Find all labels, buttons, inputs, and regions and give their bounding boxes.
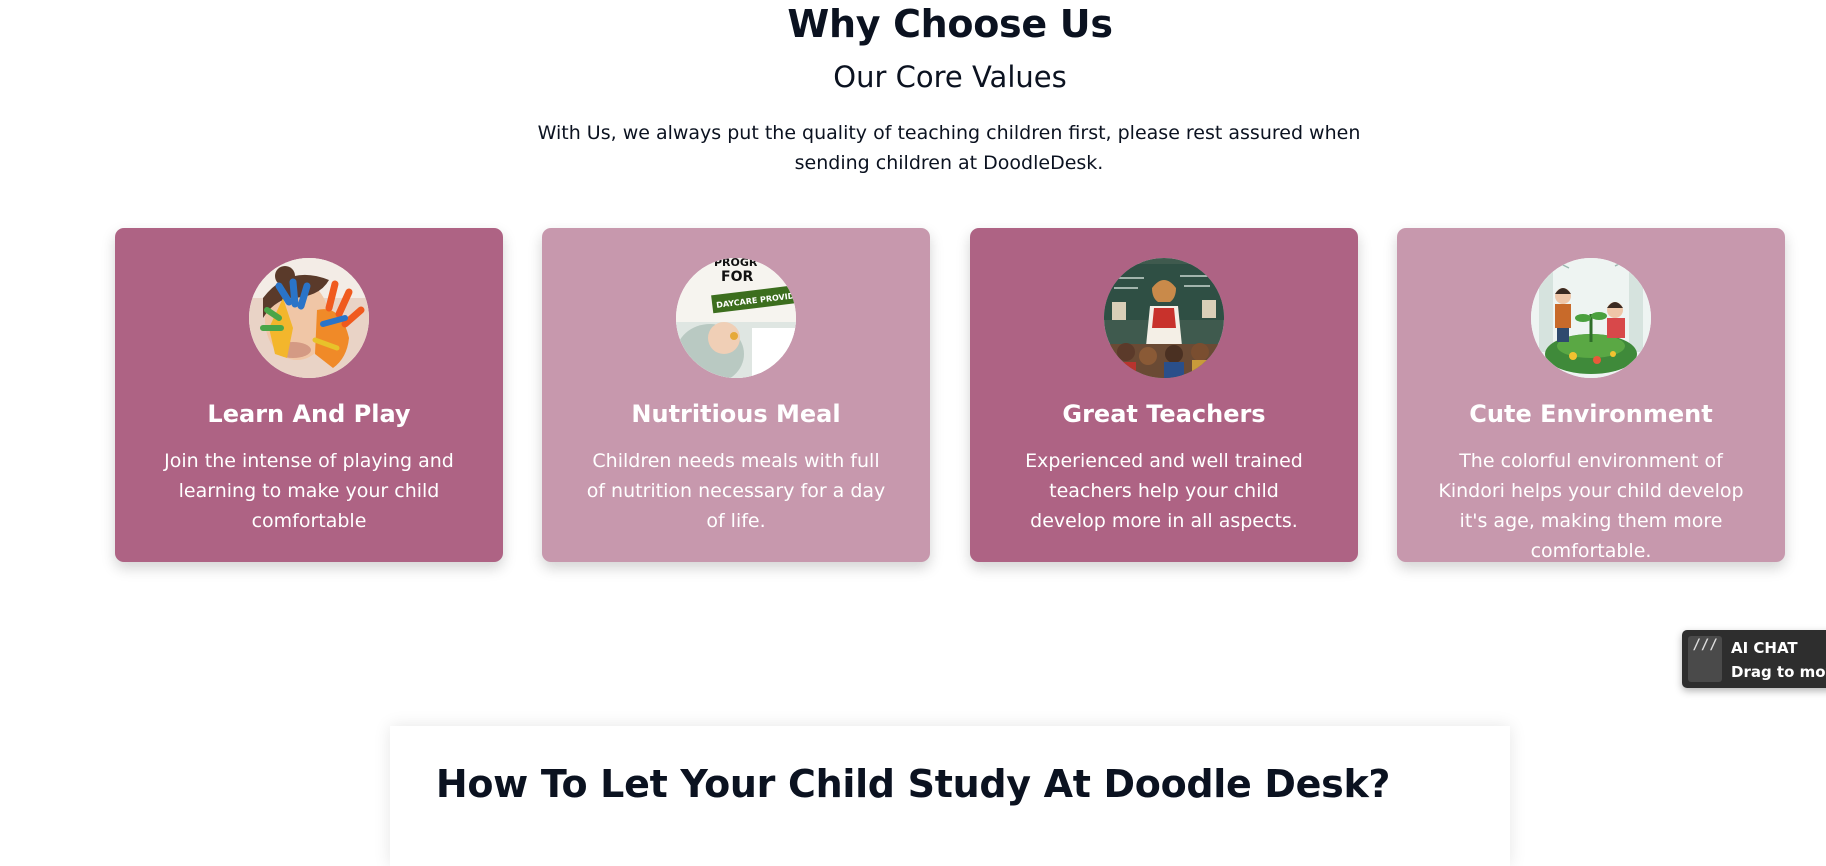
card-description: Experienced and well trained teachers he… — [1025, 450, 1303, 532]
card-description: The colorful environment of Kindori help… — [1438, 450, 1744, 562]
value-card-nutritious-meal: FOR PROGR DAYCARE PROVIDERS Nutritious M… — [542, 228, 930, 562]
ai-chat-widget[interactable]: /// AI CHAT Drag to move — [1682, 630, 1826, 688]
card-title: Learn And Play — [207, 400, 411, 428]
card-title: Nutritious Meal — [631, 400, 841, 428]
value-card-cute-environment: Cute Environment The colorful environmen… — [1397, 228, 1785, 562]
card-description: Join the intense of playing and learning… — [164, 450, 454, 532]
section-description: With Us, we always put the quality of te… — [537, 122, 1361, 174]
nutritious-meal-image: FOR PROGR DAYCARE PROVIDERS — [676, 258, 796, 378]
cute-environment-image — [1531, 258, 1651, 378]
section-subtitle: Our Core Values — [833, 60, 1067, 94]
svg-text:PROGR: PROGR — [714, 258, 758, 269]
card-description: Children needs meals with full of nutrit… — [586, 450, 886, 532]
drag-handle-icon[interactable]: /// — [1688, 636, 1722, 682]
great-teachers-image — [1104, 258, 1224, 378]
svg-text:FOR: FOR — [721, 269, 753, 285]
how-to-title: How To Let Your Child Study At Doodle De… — [435, 762, 1391, 806]
value-card-learn-and-play: Learn And Play Join the intense of playi… — [115, 228, 503, 562]
section-title: Why Choose Us — [787, 2, 1113, 46]
ai-chat-drag-hint: Drag to move — [1731, 663, 1826, 681]
ai-chat-label[interactable]: AI CHAT — [1731, 639, 1798, 657]
card-title: Great Teachers — [1062, 400, 1266, 428]
learn-and-play-image — [249, 258, 369, 378]
card-title: Cute Environment — [1469, 400, 1713, 428]
value-card-great-teachers: Great Teachers Experienced and well trai… — [970, 228, 1358, 562]
